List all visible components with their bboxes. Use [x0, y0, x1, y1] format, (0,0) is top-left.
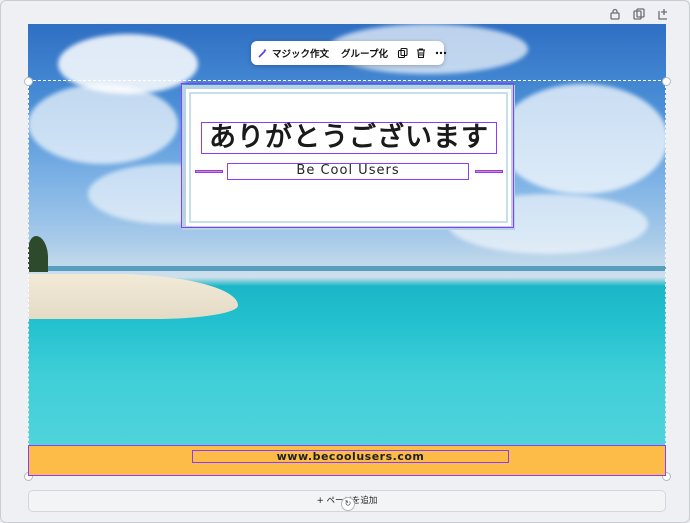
decorative-line-left[interactable] — [195, 170, 223, 173]
magic-write-label: マジック作文 — [272, 49, 330, 60]
cloud — [28, 84, 178, 164]
lock-icon[interactable] — [608, 6, 622, 20]
duplicate-page-icon[interactable] — [632, 6, 646, 20]
cloud — [498, 84, 666, 194]
title-text[interactable]: ありがとうございます — [201, 122, 497, 154]
more-icon — [435, 51, 447, 55]
trees — [28, 236, 48, 272]
horizon — [28, 266, 666, 271]
more-button[interactable] — [430, 41, 452, 65]
title-card-selection — [181, 83, 514, 228]
magic-wand-icon — [257, 47, 269, 59]
add-page-icon[interactable] — [656, 6, 670, 20]
trash-icon — [416, 48, 425, 59]
subtitle-text[interactable]: Be Cool Users — [227, 163, 469, 180]
resize-handle-top-left[interactable] — [24, 77, 33, 86]
duplicate-icon — [397, 47, 408, 59]
website-url-text[interactable]: www.becoolusers.com — [192, 450, 509, 463]
magic-write-button[interactable]: マジック作文 — [251, 41, 335, 65]
resize-handle-top-right[interactable] — [662, 77, 671, 86]
duplicate-button[interactable] — [394, 41, 412, 65]
group-label: グループ化 — [341, 49, 388, 60]
rotate-icon[interactable]: ↻ — [341, 497, 355, 511]
group-button[interactable]: グループ化 — [335, 41, 394, 65]
decorative-line-right[interactable] — [475, 170, 503, 173]
context-toolbar: マジック作文 グループ化 — [251, 41, 447, 65]
delete-button[interactable] — [412, 41, 430, 65]
page-actions — [608, 6, 670, 20]
sand-beach — [28, 274, 238, 319]
